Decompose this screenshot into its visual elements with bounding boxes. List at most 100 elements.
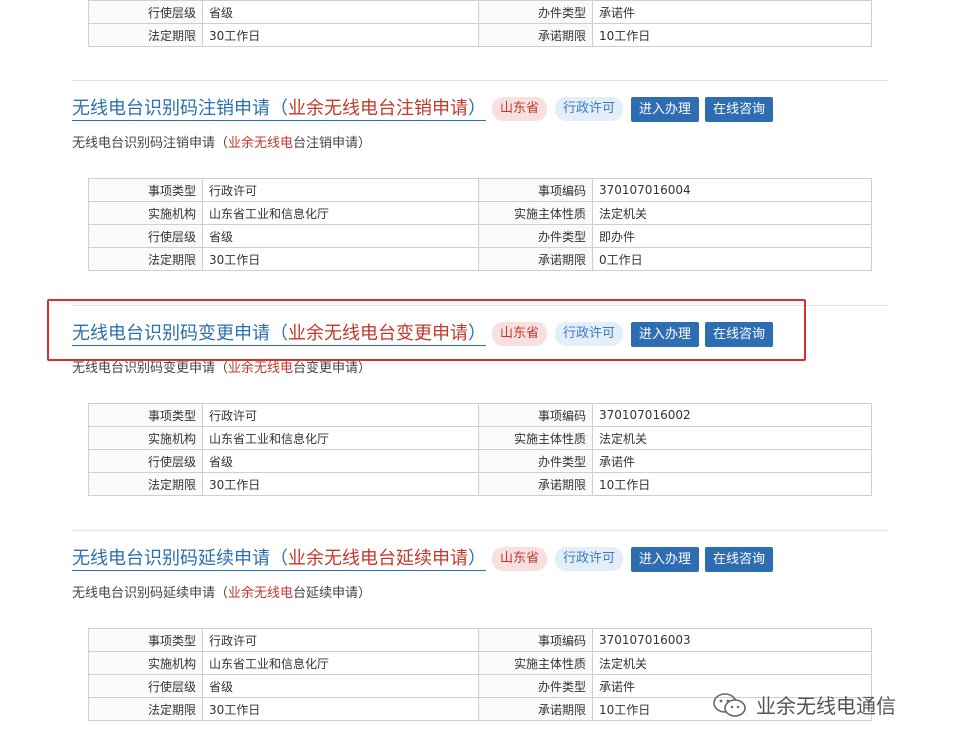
- label-item-code: 事项编码: [478, 403, 593, 427]
- value-item-code: 370107016003: [592, 628, 872, 652]
- label-legal-deadline: 法定期限: [88, 23, 203, 47]
- table-row: 事项类型 行政许可 事项编码 370107016002: [88, 403, 872, 427]
- region-tag: 山东省: [492, 97, 548, 121]
- value-legal-deadline: 30工作日: [202, 697, 479, 721]
- table-row: 法定期限 30工作日 承诺期限 0工作日: [88, 247, 872, 271]
- item-title-link[interactable]: 无线电台识别码延续申请（业余无线电台延续申请）: [72, 548, 486, 571]
- item-title-end: ）: [468, 97, 486, 119]
- table-row: 实施机构 山东省工业和信息化厅 实施主体性质 法定机关: [88, 651, 872, 675]
- annotation-highlight-box: [47, 299, 806, 361]
- info-table: 事项类型 行政许可 事项编码 370107016004 实施机构 山东省工业和信…: [88, 178, 872, 271]
- value-legal-deadline: 30工作日: [202, 247, 479, 271]
- value-level: 省级: [202, 674, 479, 698]
- desc-text-end: 台注销申请）: [293, 136, 372, 151]
- label-item-type: 事项类型: [88, 628, 203, 652]
- online-consult-button[interactable]: 在线咨询: [705, 546, 774, 572]
- table-row: 实施机构 山东省工业和信息化厅 实施主体性质 法定机关: [88, 426, 872, 450]
- item-title-text: 无线电台识别码注销申请（: [72, 97, 288, 119]
- desc-text: 无线电台识别码延续申请（: [72, 586, 229, 601]
- label-subject-nature: 实施主体性质: [478, 201, 593, 225]
- item-title-end: ）: [468, 547, 486, 569]
- value-legal-deadline: 30工作日: [202, 23, 479, 47]
- value-legal-deadline: 30工作日: [202, 472, 479, 496]
- label-handling-type: 办件类型: [478, 674, 593, 698]
- label-agency: 实施机构: [88, 201, 203, 225]
- value-agency: 山东省工业和信息化厅: [202, 426, 479, 450]
- item-description: 无线电台识别码注销申请（业余无线电台注销申请）: [72, 132, 371, 151]
- item-title-highlight: 业余无线电台注销申请: [288, 97, 468, 119]
- label-legal-deadline: 法定期限: [88, 247, 203, 271]
- value-item-type: 行政许可: [202, 628, 479, 652]
- table-row: 法定期限 30工作日 承诺期限 10工作日: [88, 472, 872, 496]
- section-divider: [72, 530, 888, 531]
- label-level: 行使层级: [88, 674, 203, 698]
- table-row: 事项类型 行政许可 事项编码 370107016004: [88, 178, 872, 202]
- value-subject-nature: 法定机关: [592, 651, 872, 675]
- desc-highlight: 业余无线电: [228, 586, 294, 601]
- value-handling-type: 即办件: [592, 224, 872, 248]
- label-level: 行使层级: [88, 0, 203, 24]
- value-promised-deadline: 10工作日: [592, 472, 872, 496]
- item-title-link[interactable]: 无线电台识别码注销申请（业余无线电台注销申请）: [72, 98, 486, 121]
- wechat-icon: [713, 692, 746, 717]
- label-promised-deadline: 承诺期限: [478, 247, 593, 271]
- value-promised-deadline: 0工作日: [592, 247, 872, 271]
- value-level: 省级: [202, 224, 479, 248]
- table-row: 法定期限 30工作日 承诺期限 10工作日: [88, 23, 872, 47]
- desc-text: 无线电台识别码变更申请（: [72, 361, 229, 376]
- label-handling-type: 办件类型: [478, 449, 593, 473]
- value-subject-nature: 法定机关: [592, 426, 872, 450]
- label-level: 行使层级: [88, 224, 203, 248]
- value-item-code: 370107016004: [592, 178, 872, 202]
- value-level: 省级: [202, 449, 479, 473]
- label-promised-deadline: 承诺期限: [478, 23, 593, 47]
- label-level: 行使层级: [88, 449, 203, 473]
- section-divider: [72, 80, 888, 81]
- label-item-type: 事项类型: [88, 178, 203, 202]
- value-item-type: 行政许可: [202, 178, 479, 202]
- item-title-highlight: 业余无线电台延续申请: [288, 547, 468, 569]
- value-subject-nature: 法定机关: [592, 201, 872, 225]
- value-item-type: 行政许可: [202, 403, 479, 427]
- value-agency: 山东省工业和信息化厅: [202, 651, 479, 675]
- value-item-code: 370107016002: [592, 403, 872, 427]
- type-tag: 行政许可: [555, 97, 624, 121]
- label-item-type: 事项类型: [88, 403, 203, 427]
- region-tag: 山东省: [492, 547, 548, 571]
- item-title-row: 无线电台识别码注销申请（业余无线电台注销申请） 山东省 行政许可 进入办理 在线…: [72, 96, 774, 122]
- label-agency: 实施机构: [88, 651, 203, 675]
- online-consult-button[interactable]: 在线咨询: [705, 96, 774, 122]
- label-promised-deadline: 承诺期限: [478, 697, 593, 721]
- table-row: 行使层级 省级 办件类型 承诺件: [88, 0, 872, 24]
- desc-text: 无线电台识别码注销申请（: [72, 136, 229, 151]
- label-item-code: 事项编码: [478, 628, 593, 652]
- enter-handling-button[interactable]: 进入办理: [631, 546, 700, 572]
- value-level: 省级: [202, 0, 479, 24]
- desc-text-end: 台延续申请）: [293, 586, 372, 601]
- info-table: 事项类型 行政许可 事项编码 370107016002 实施机构 山东省工业和信…: [88, 403, 872, 496]
- item-title-row: 无线电台识别码延续申请（业余无线电台延续申请） 山东省 行政许可 进入办理 在线…: [72, 546, 774, 572]
- value-handling-type: 承诺件: [592, 0, 872, 24]
- label-handling-type: 办件类型: [478, 0, 593, 24]
- table-row: 行使层级 省级 办件类型 承诺件: [88, 449, 872, 473]
- desc-highlight: 业余无线电: [228, 136, 294, 151]
- label-item-code: 事项编码: [478, 178, 593, 202]
- item-title-text: 无线电台识别码延续申请（: [72, 547, 288, 569]
- value-handling-type: 承诺件: [592, 449, 872, 473]
- label-promised-deadline: 承诺期限: [478, 472, 593, 496]
- item-description: 无线电台识别码延续申请（业余无线电台延续申请）: [72, 582, 371, 601]
- label-agency: 实施机构: [88, 426, 203, 450]
- desc-text-end: 台变更申请）: [293, 361, 372, 376]
- table-row: 行使层级 省级 办件类型 即办件: [88, 224, 872, 248]
- label-legal-deadline: 法定期限: [88, 472, 203, 496]
- label-legal-deadline: 法定期限: [88, 697, 203, 721]
- enter-handling-button[interactable]: 进入办理: [631, 96, 700, 122]
- value-promised-deadline: 10工作日: [592, 23, 872, 47]
- value-agency: 山东省工业和信息化厅: [202, 201, 479, 225]
- table-row: 实施机构 山东省工业和信息化厅 实施主体性质 法定机关: [88, 201, 872, 225]
- info-table-partial: 行使层级 省级 办件类型 承诺件 法定期限 30工作日 承诺期限 10工作日: [88, 0, 872, 47]
- label-subject-nature: 实施主体性质: [478, 426, 593, 450]
- watermark-text: 业余无线电通信: [756, 694, 896, 718]
- desc-highlight: 业余无线电: [228, 361, 294, 376]
- table-row: 事项类型 行政许可 事项编码 370107016003: [88, 628, 872, 652]
